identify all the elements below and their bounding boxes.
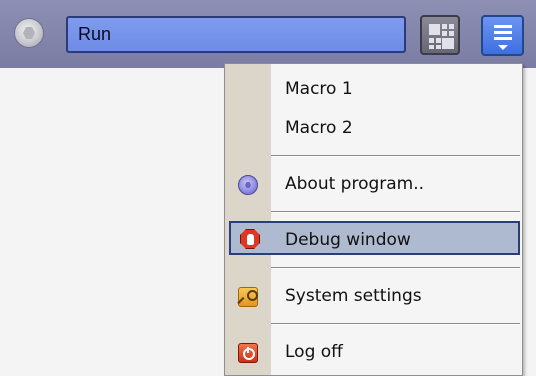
menu-item-macro-1[interactable]: Macro 1 xyxy=(225,72,522,106)
power-icon xyxy=(238,343,258,363)
menu-item-debug-window[interactable]: Debug window xyxy=(229,221,520,255)
grid-view-button[interactable] xyxy=(420,15,460,55)
menu-item-system-settings[interactable]: System settings xyxy=(225,279,522,313)
about-icon xyxy=(238,175,258,195)
debug-stop-icon xyxy=(240,229,260,249)
menu-item-label: Macro 2 xyxy=(285,118,353,138)
app-logo-icon[interactable] xyxy=(14,18,44,48)
menu-separator xyxy=(271,323,520,325)
menu-separator xyxy=(271,267,520,269)
key-icon xyxy=(237,287,258,307)
menu-item-label: Log off xyxy=(285,342,343,362)
menu-item-macro-2[interactable]: Macro 2 xyxy=(225,111,522,145)
menu-item-log-off[interactable]: Log off xyxy=(225,335,522,369)
menu-item-label: About program.. xyxy=(285,174,425,194)
app-logo-hex xyxy=(23,27,35,39)
menu-item-label: Macro 1 xyxy=(285,79,353,99)
menu-item-about[interactable]: About program.. xyxy=(225,167,522,201)
toolbar: Run xyxy=(0,0,536,68)
menu-separator xyxy=(271,155,520,157)
run-field[interactable]: Run xyxy=(66,16,406,53)
menu-separator xyxy=(271,211,520,213)
menu-button[interactable] xyxy=(481,15,524,56)
dropdown-menu: Macro 1 Macro 2 About program.. Debug wi… xyxy=(224,63,523,376)
menu-item-label: System settings xyxy=(285,286,422,306)
menu-item-label: Debug window xyxy=(285,230,411,250)
